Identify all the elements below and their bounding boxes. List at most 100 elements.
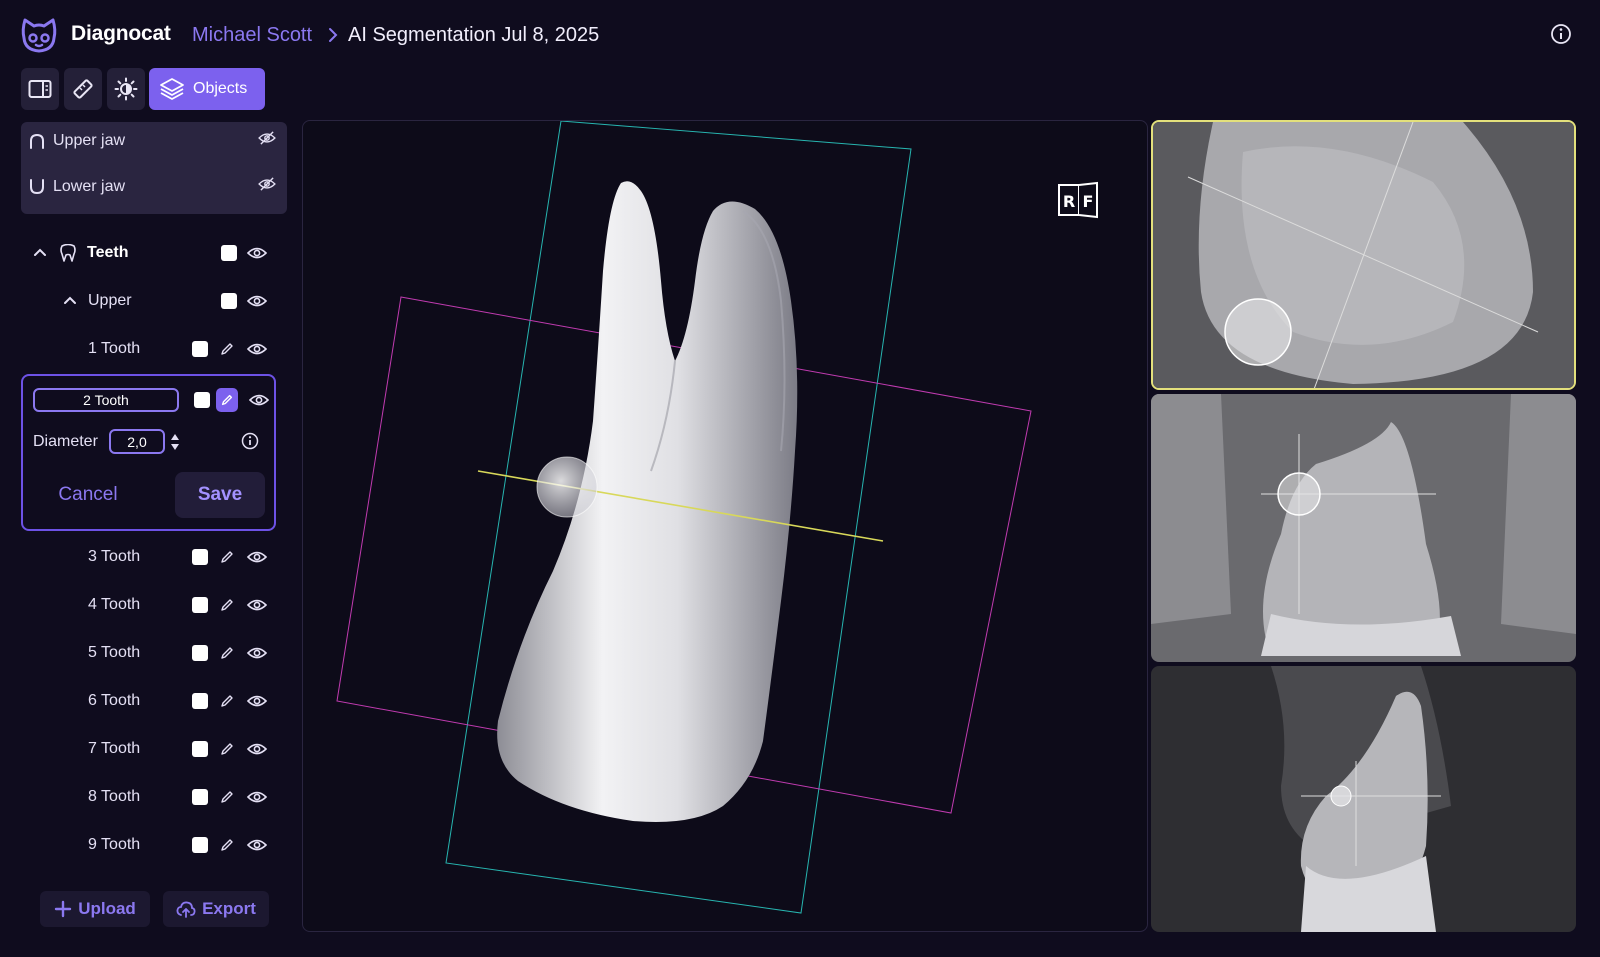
info-icon[interactable] <box>1550 23 1572 45</box>
eye-icon[interactable] <box>249 393 269 407</box>
breadcrumb-current-page: AI Segmentation Jul 8, 2025 <box>348 24 600 46</box>
tooth-row-7[interactable]: 7 Tooth <box>21 732 281 766</box>
pencil-icon[interactable] <box>219 597 235 613</box>
tooth-row-3[interactable]: 3 Tooth <box>21 540 281 574</box>
upload-button[interactable]: Upload <box>40 891 150 927</box>
upper-jaw-icon <box>30 133 44 149</box>
upper-group-label: Upper <box>88 292 132 309</box>
tooth-color-swatch[interactable] <box>192 693 208 709</box>
pencil-icon <box>221 394 233 406</box>
tooth-label: 1 Tooth <box>88 340 141 357</box>
toggle-panel-button[interactable] <box>21 68 59 110</box>
breadcrumb-patient-link[interactable]: Michael Scott <box>192 24 312 47</box>
tooth-label: 9 Tooth <box>88 836 141 853</box>
eye-off-icon[interactable] <box>257 131 277 145</box>
pencil-icon[interactable] <box>219 789 235 805</box>
pencil-icon[interactable] <box>219 837 235 853</box>
panel-layout-icon <box>28 80 52 98</box>
info-icon[interactable] <box>241 432 259 450</box>
sagittal-slice-view[interactable] <box>1151 666 1576 932</box>
eye-icon[interactable] <box>247 838 267 852</box>
top-bar: Diagnocat Michael Scott AI Segmentation … <box>0 0 1600 68</box>
tooth-row-8[interactable]: 8 Tooth <box>21 780 281 814</box>
orientation-cube-icon[interactable]: R F <box>1057 181 1101 219</box>
ruler-tool-button[interactable] <box>64 68 102 110</box>
pencil-icon[interactable] <box>219 693 235 709</box>
brightness-tool-button[interactable] <box>107 68 145 110</box>
sagittal-ct-image[interactable] <box>1151 666 1576 932</box>
jaw-visibility-card: Upper jaw Lower jaw <box>21 122 287 214</box>
tooth-color-swatch[interactable] <box>192 645 208 661</box>
tooth-color-swatch[interactable] <box>192 549 208 565</box>
3d-tooth-model[interactable] <box>303 121 1148 932</box>
objects-tab-button[interactable]: Objects <box>149 68 265 110</box>
tooth-label: 3 Tooth <box>88 548 141 565</box>
tooth-color-swatch[interactable] <box>192 597 208 613</box>
tooth-label: 8 Tooth <box>88 788 141 805</box>
pencil-icon[interactable] <box>219 645 235 661</box>
tooth-row-6[interactable]: 6 Tooth <box>21 684 281 718</box>
tooth-row-9[interactable]: 9 Tooth <box>21 828 281 862</box>
tooth-color-swatch[interactable] <box>192 837 208 853</box>
export-label: Export <box>202 899 256 918</box>
coronal-ct-image[interactable] <box>1151 394 1576 662</box>
save-button[interactable]: Save <box>175 472 265 518</box>
tooth-name-input[interactable] <box>33 388 179 412</box>
eye-icon[interactable] <box>247 550 267 564</box>
objects-tab-label: Objects <box>193 80 248 97</box>
plus-icon <box>54 900 72 918</box>
tooth-edit-card: Diameter Cancel Save <box>21 374 276 531</box>
pencil-icon[interactable] <box>219 549 235 565</box>
tooth-row-5[interactable]: 5 Tooth <box>21 636 281 670</box>
brand-name: Diagnocat <box>71 22 171 45</box>
eye-icon[interactable] <box>247 742 267 756</box>
tooth-color-swatch[interactable] <box>192 789 208 805</box>
pencil-icon[interactable] <box>219 341 235 357</box>
diameter-label: Diameter <box>33 433 98 450</box>
upper-group-row[interactable]: Upper <box>21 284 281 318</box>
tooth-label: 7 Tooth <box>88 740 141 757</box>
ruler-icon <box>73 79 93 99</box>
upper-jaw-row[interactable]: Upper jaw <box>29 126 279 156</box>
tooth-row-1[interactable]: 1 Tooth <box>21 332 281 366</box>
chevron-up-icon[interactable] <box>33 247 47 257</box>
orientation-label-r: R <box>1063 192 1075 211</box>
eye-icon[interactable] <box>247 790 267 804</box>
tooth-icon <box>60 244 76 262</box>
diagnocat-logo-icon[interactable] <box>20 16 58 54</box>
axial-ct-image[interactable] <box>1153 122 1576 390</box>
cancel-button[interactable]: Cancel <box>33 472 143 518</box>
3d-viewport[interactable]: R F <box>302 120 1148 932</box>
upload-label: Upload <box>78 899 136 918</box>
eye-icon[interactable] <box>247 342 267 356</box>
tooth-label: 4 Tooth <box>88 596 141 613</box>
lower-jaw-label: Lower jaw <box>53 178 126 195</box>
tooth-label: 6 Tooth <box>88 692 141 709</box>
teeth-color-swatch[interactable] <box>221 245 237 261</box>
lower-jaw-row[interactable]: Lower jaw <box>29 172 279 202</box>
eye-icon[interactable] <box>247 246 267 260</box>
axial-slice-view[interactable] <box>1151 120 1576 390</box>
upper-color-swatch[interactable] <box>221 293 237 309</box>
eye-icon[interactable] <box>247 294 267 308</box>
stepper-arrows-icon[interactable] <box>169 431 181 453</box>
coronal-slice-view[interactable] <box>1151 394 1576 662</box>
tooth-color-swatch[interactable] <box>192 341 208 357</box>
eye-icon[interactable] <box>247 694 267 708</box>
pencil-icon[interactable] <box>219 741 235 757</box>
export-button[interactable]: Export <box>163 891 269 927</box>
cloud-upload-icon <box>176 901 196 918</box>
eye-icon[interactable] <box>247 598 267 612</box>
chevron-up-icon[interactable] <box>63 295 77 305</box>
eye-off-icon[interactable] <box>257 177 277 191</box>
tooth-color-swatch[interactable] <box>194 392 210 408</box>
tooth-row-4[interactable]: 4 Tooth <box>21 588 281 622</box>
upper-jaw-label: Upper jaw <box>53 132 126 149</box>
edit-mode-button[interactable] <box>216 388 238 412</box>
diameter-input[interactable] <box>109 429 165 454</box>
tooth-color-swatch[interactable] <box>192 741 208 757</box>
eye-icon[interactable] <box>247 646 267 660</box>
orientation-label-f: F <box>1083 192 1094 211</box>
brightness-icon <box>114 77 138 101</box>
teeth-group-row[interactable]: Teeth <box>21 236 281 270</box>
